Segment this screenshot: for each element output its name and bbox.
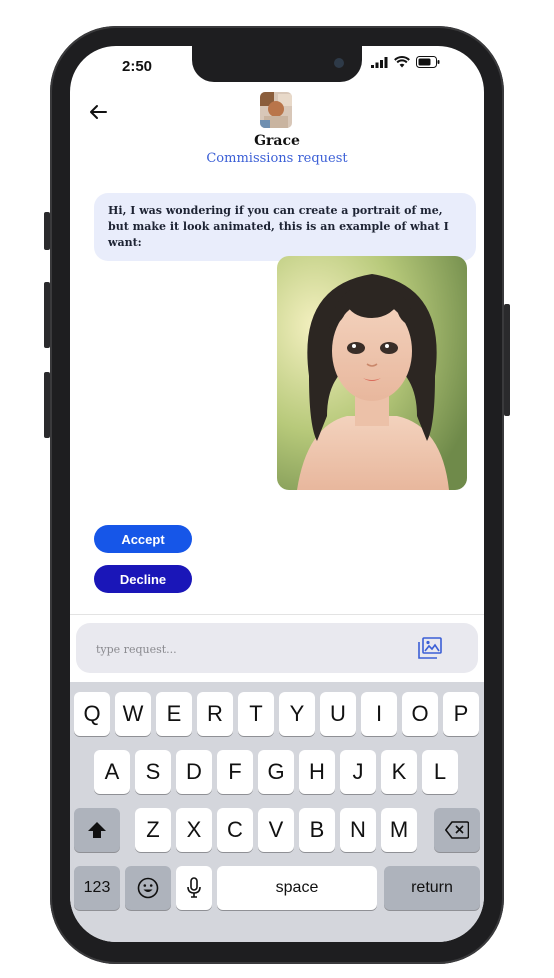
emoji-icon: [137, 877, 159, 899]
screen: 2:50 Grace Commissions request Hi, I was…: [70, 46, 484, 942]
accept-button[interactable]: Accept: [94, 525, 192, 553]
numbers-key[interactable]: 123: [74, 866, 120, 910]
key-m[interactable]: M: [381, 808, 417, 852]
shift-arrow-icon: [88, 822, 106, 838]
key-q[interactable]: Q: [74, 692, 110, 736]
key-p[interactable]: P: [443, 692, 479, 736]
key-j[interactable]: J: [340, 750, 376, 794]
volume-down-button: [44, 372, 50, 438]
keyboard-row-2: A S D F G H J K L: [70, 750, 484, 796]
volume-up-button: [44, 282, 50, 348]
mute-switch: [44, 212, 50, 250]
notch: [192, 46, 362, 82]
key-t[interactable]: T: [238, 692, 274, 736]
portrait-illustration: [277, 256, 467, 490]
key-o[interactable]: O: [402, 692, 438, 736]
key-i[interactable]: I: [361, 692, 397, 736]
key-r[interactable]: R: [197, 692, 233, 736]
power-button: [504, 304, 510, 416]
avatar[interactable]: [260, 92, 292, 128]
dictation-key[interactable]: [176, 866, 212, 910]
status-time: 2:50: [122, 58, 153, 75]
key-s[interactable]: S: [135, 750, 171, 794]
wifi-icon: [394, 56, 410, 68]
return-key[interactable]: return: [384, 866, 480, 910]
contact-name: Grace: [254, 133, 300, 149]
key-g[interactable]: G: [258, 750, 294, 794]
keyboard-row-3: Z X C V B N M: [70, 808, 484, 854]
key-z[interactable]: Z: [135, 808, 171, 852]
battery-icon: [416, 56, 440, 68]
signal-icon: [371, 56, 388, 68]
status-icons: [371, 56, 440, 68]
key-h[interactable]: H: [299, 750, 335, 794]
key-l[interactable]: L: [422, 750, 458, 794]
key-v[interactable]: V: [258, 808, 294, 852]
example-portrait-image[interactable]: [277, 256, 467, 490]
key-n[interactable]: N: [340, 808, 376, 852]
key-c[interactable]: C: [217, 808, 253, 852]
avatar-image: [260, 92, 292, 128]
key-y[interactable]: Y: [279, 692, 315, 736]
key-k[interactable]: K: [381, 750, 417, 794]
message-bubble: Hi, I was wondering if you can create a …: [94, 193, 476, 261]
key-x[interactable]: X: [176, 808, 212, 852]
decline-button[interactable]: Decline: [94, 565, 192, 593]
space-key[interactable]: space: [217, 866, 377, 910]
key-w[interactable]: W: [115, 692, 151, 736]
keyboard: Q W E R T Y U I O P A S D F G H J K L Z: [70, 682, 484, 942]
emoji-key[interactable]: [125, 866, 171, 910]
keyboard-row-1: Q W E R T Y U I O P: [70, 692, 484, 738]
key-d[interactable]: D: [176, 750, 212, 794]
key-e[interactable]: E: [156, 692, 192, 736]
key-a[interactable]: A: [94, 750, 130, 794]
key-b[interactable]: B: [299, 808, 335, 852]
image-attach-icon[interactable]: [418, 637, 442, 659]
request-input[interactable]: [94, 637, 398, 661]
chat-subtitle: Commissions request: [206, 151, 348, 166]
composer: [76, 623, 478, 673]
divider: [70, 614, 484, 615]
back-arrow-icon[interactable]: [86, 100, 110, 124]
camera-icon: [334, 58, 344, 68]
microphone-icon: [187, 877, 201, 898]
shift-key[interactable]: [74, 808, 120, 852]
key-f[interactable]: F: [217, 750, 253, 794]
key-u[interactable]: U: [320, 692, 356, 736]
backspace-icon: [445, 821, 469, 839]
keyboard-row-4: 123 space return: [70, 866, 484, 912]
backspace-key[interactable]: [434, 808, 480, 852]
